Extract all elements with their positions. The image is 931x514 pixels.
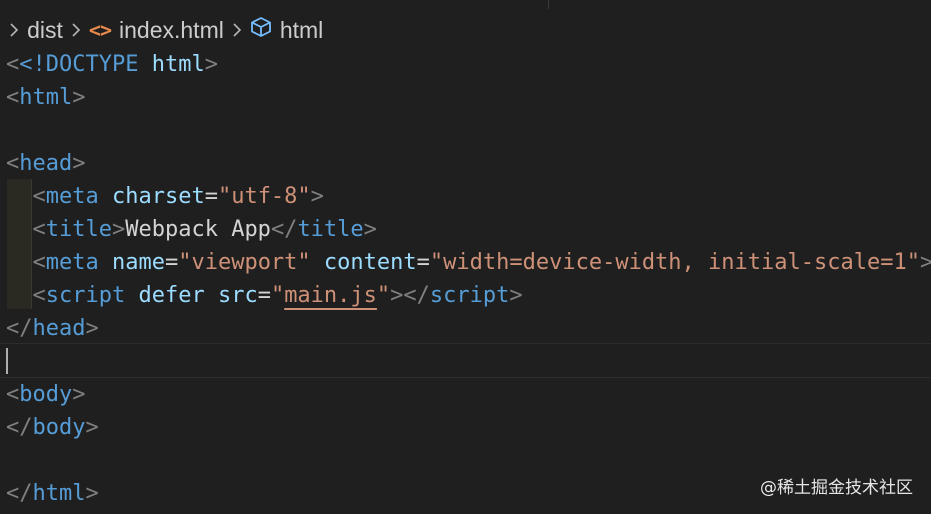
token: <!DOCTYPE xyxy=(19,52,139,77)
token: = xyxy=(164,250,179,275)
code-line[interactable]: <body> xyxy=(6,378,85,411)
token: meta xyxy=(45,184,99,209)
cube-symbol-icon xyxy=(250,16,272,44)
token: < xyxy=(32,250,46,275)
token: > xyxy=(310,184,324,209)
breadcrumb-item-index-html[interactable]: index.html xyxy=(119,17,224,44)
token: < xyxy=(6,52,20,77)
code-line[interactable]: </html> xyxy=(6,477,99,510)
token: > xyxy=(204,52,218,77)
token: > xyxy=(85,316,99,341)
chevron-right-icon xyxy=(1,22,27,38)
code-line[interactable]: </head> xyxy=(6,312,99,345)
token: = xyxy=(416,250,430,275)
token: script xyxy=(429,283,510,308)
token: body xyxy=(19,382,73,407)
code-file-icon: <> xyxy=(88,18,112,42)
token: content xyxy=(310,250,417,275)
code-line[interactable]: <meta name="viewport" content="width=dev… xyxy=(6,246,931,279)
token: head xyxy=(32,316,86,341)
token: </ xyxy=(270,217,298,242)
code-line[interactable]: <meta charset="utf-8"> xyxy=(6,180,324,213)
token: ></ xyxy=(390,283,430,308)
token: html xyxy=(138,52,205,77)
code-editor[interactable]: <<!DOCTYPE html> <html> <head> <meta cha… xyxy=(0,48,931,514)
token: < xyxy=(6,151,20,176)
token: meta xyxy=(45,250,99,275)
token: Webpack App xyxy=(125,217,271,242)
code-line[interactable]: </body> xyxy=(6,411,99,444)
token: > xyxy=(85,481,99,506)
code-line[interactable]: <title>Webpack App</title> xyxy=(6,213,377,246)
tab-divider xyxy=(548,0,931,9)
token: "width=device-width, initial-scale=1" xyxy=(429,250,920,275)
chevron-right-icon xyxy=(63,22,89,38)
breadcrumb: l dist <> index.html html xyxy=(0,12,323,48)
code-line[interactable]: <head> xyxy=(6,147,85,180)
token: > xyxy=(111,217,126,242)
token: </ xyxy=(6,316,33,341)
token: < xyxy=(32,217,46,242)
token: </ xyxy=(6,481,33,506)
token: title xyxy=(45,217,112,242)
token: < xyxy=(6,85,20,110)
token: body xyxy=(32,415,86,440)
token: defer src xyxy=(125,283,258,308)
token: html xyxy=(32,481,86,506)
current-line-highlight xyxy=(0,343,931,378)
token: title xyxy=(297,217,364,242)
token: head xyxy=(19,151,73,176)
token: " xyxy=(270,283,285,308)
token: </ xyxy=(6,415,33,440)
code-line[interactable]: <<!DOCTYPE html> xyxy=(6,48,218,81)
token: script xyxy=(45,283,126,308)
token: > xyxy=(85,415,99,440)
token: "utf-8" xyxy=(217,184,311,209)
script-src-link[interactable]: main.js xyxy=(284,283,377,308)
token: html xyxy=(19,85,73,110)
token: = xyxy=(257,283,271,308)
chevron-right-icon xyxy=(224,22,250,38)
token: > xyxy=(72,151,86,176)
text-cursor xyxy=(6,348,8,374)
token: charset xyxy=(98,184,205,209)
token: > xyxy=(72,382,86,407)
token: > xyxy=(919,250,931,275)
editor-tab-strip xyxy=(0,0,931,10)
code-line[interactable]: <script defer src="main.js"></script> xyxy=(6,279,523,312)
token: > xyxy=(72,85,86,110)
breadcrumb-item-dist[interactable]: dist xyxy=(27,17,63,44)
token: < xyxy=(32,184,46,209)
token: > xyxy=(509,283,523,308)
token: "viewport" xyxy=(178,250,311,275)
breadcrumb-item-html[interactable]: html xyxy=(280,17,323,44)
token: < xyxy=(6,382,20,407)
code-line[interactable]: <html> xyxy=(6,81,85,114)
token: > xyxy=(363,217,377,242)
watermark: @稀土掘金技术社区 xyxy=(760,478,913,498)
token: name xyxy=(98,250,165,275)
token: " xyxy=(376,283,391,308)
token: < xyxy=(32,283,46,308)
token: = xyxy=(204,184,218,209)
